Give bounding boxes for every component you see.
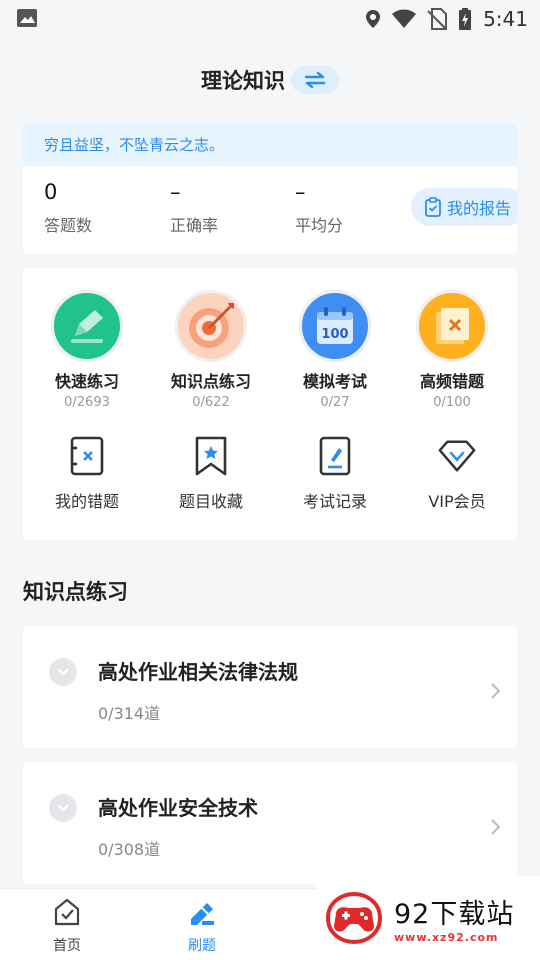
topic-count: 0/314道: [98, 704, 161, 723]
page-header: 理论知识: [0, 56, 540, 104]
bookmark-star-icon: [191, 436, 231, 476]
gamepad-logo-icon: [325, 891, 383, 945]
favorites-item[interactable]: 题目收藏: [149, 436, 273, 512]
practice-pencil-icon: [191, 903, 214, 925]
swap-arrows-icon: [304, 71, 326, 89]
favorites-label: 题目收藏: [178, 492, 243, 511]
my-errors-label: 我的错题: [54, 492, 119, 511]
home-check-icon: [54, 898, 80, 926]
exam-record-icon: [315, 436, 355, 476]
nav-practice[interactable]: 刷题: [162, 897, 242, 955]
knowledge-practice-count: 0/622: [192, 395, 230, 410]
quick-practice-item[interactable]: 快速练习 0/2693: [25, 290, 149, 410]
chevron-down-icon: [57, 804, 69, 812]
topic-card[interactable]: 高处作业安全技术 0/308道: [23, 762, 517, 884]
stat-answered-value: 0: [44, 180, 58, 204]
practice-card: 快速练习 0/2693 知识点练习 0/622 100 模拟考试 0/27 高频…: [23, 268, 517, 540]
nav-practice-label: 刷题: [188, 938, 216, 954]
topic-card[interactable]: 高处作业相关法律法规 0/314道: [23, 626, 517, 748]
stat-accuracy: – 正确率: [170, 180, 218, 236]
my-report-button[interactable]: 我的报告: [411, 188, 517, 226]
topic-count: 0/308道: [98, 840, 161, 859]
vip-item[interactable]: VIP会员: [395, 436, 519, 512]
my-report-label: 我的报告: [447, 199, 512, 218]
mock-exam-label: 模拟考试: [302, 372, 367, 391]
switch-subject-button[interactable]: [291, 66, 339, 94]
location-icon: [366, 10, 381, 28]
stat-answered: 0 答题数: [44, 180, 92, 236]
vip-label: VIP会员: [428, 492, 486, 511]
my-errors-item[interactable]: 我的错题: [25, 436, 149, 512]
exam-records-label: 考试记录: [302, 492, 367, 511]
target-icon: [175, 290, 247, 362]
expand-toggle[interactable]: [49, 794, 77, 822]
expand-toggle[interactable]: [49, 658, 77, 686]
exam-records-item[interactable]: 考试记录: [273, 436, 397, 512]
clipboard-check-icon: [425, 197, 441, 217]
knowledge-practice-label: 知识点练习: [170, 372, 251, 391]
image-notification-icon: [17, 9, 37, 27]
error-book-icon: [416, 290, 488, 362]
chevron-down-icon: [57, 668, 69, 676]
battery-charging-icon: [459, 8, 472, 30]
stat-answered-label: 答题数: [44, 216, 93, 235]
stats-row: 0 答题数 – 正确率 – 平均分 我的报告: [23, 166, 517, 254]
chevron-right-icon: [491, 819, 501, 835]
stat-average-value: –: [295, 180, 306, 204]
wifi-icon: [392, 9, 417, 28]
status-time: 5:41: [483, 7, 528, 31]
stat-average: – 平均分: [295, 180, 343, 236]
topic-title: 高处作业相关法律法规: [98, 660, 298, 684]
stat-average-label: 平均分: [295, 216, 344, 235]
diamond-icon: [437, 436, 477, 476]
page-title: 理论知识: [201, 69, 285, 93]
nav-home[interactable]: 首页: [27, 897, 107, 955]
stat-accuracy-label: 正确率: [170, 216, 219, 235]
summary-card: 穷且益坚，不坠青云之志。 0 答题数 – 正确率 – 平均分 我的报告: [23, 124, 517, 254]
knowledge-practice-item[interactable]: 知识点练习 0/622: [149, 290, 273, 410]
mock-exam-item[interactable]: 100 模拟考试 0/27: [273, 290, 397, 410]
quick-practice-icon: [51, 290, 123, 362]
wrong-notebook-icon: [67, 436, 107, 476]
status-bar: 5:41: [0, 0, 540, 38]
watermark-text: 92下载站: [394, 899, 515, 930]
mock-exam-count: 0/27: [320, 395, 350, 410]
motto-banner: 穷且益坚，不坠青云之志。: [23, 124, 517, 166]
calendar-100-icon: 100: [299, 290, 371, 362]
frequent-errors-label: 高频错题: [419, 372, 484, 391]
no-sim-icon: [427, 8, 448, 30]
frequent-errors-item[interactable]: 高频错题 0/100: [390, 290, 514, 410]
section-title: 知识点练习: [23, 580, 128, 604]
topic-title: 高处作业安全技术: [98, 796, 258, 820]
watermark-url: www.xz92.com: [394, 931, 499, 944]
stat-accuracy-value: –: [170, 180, 181, 204]
nav-home-label: 首页: [53, 938, 81, 954]
quick-practice-count: 0/2693: [64, 395, 110, 410]
quick-practice-label: 快速练习: [54, 372, 119, 391]
watermark: 92下载站 www.xz92.com: [316, 876, 540, 960]
chevron-right-icon: [491, 683, 501, 699]
frequent-errors-count: 0/100: [433, 395, 471, 410]
